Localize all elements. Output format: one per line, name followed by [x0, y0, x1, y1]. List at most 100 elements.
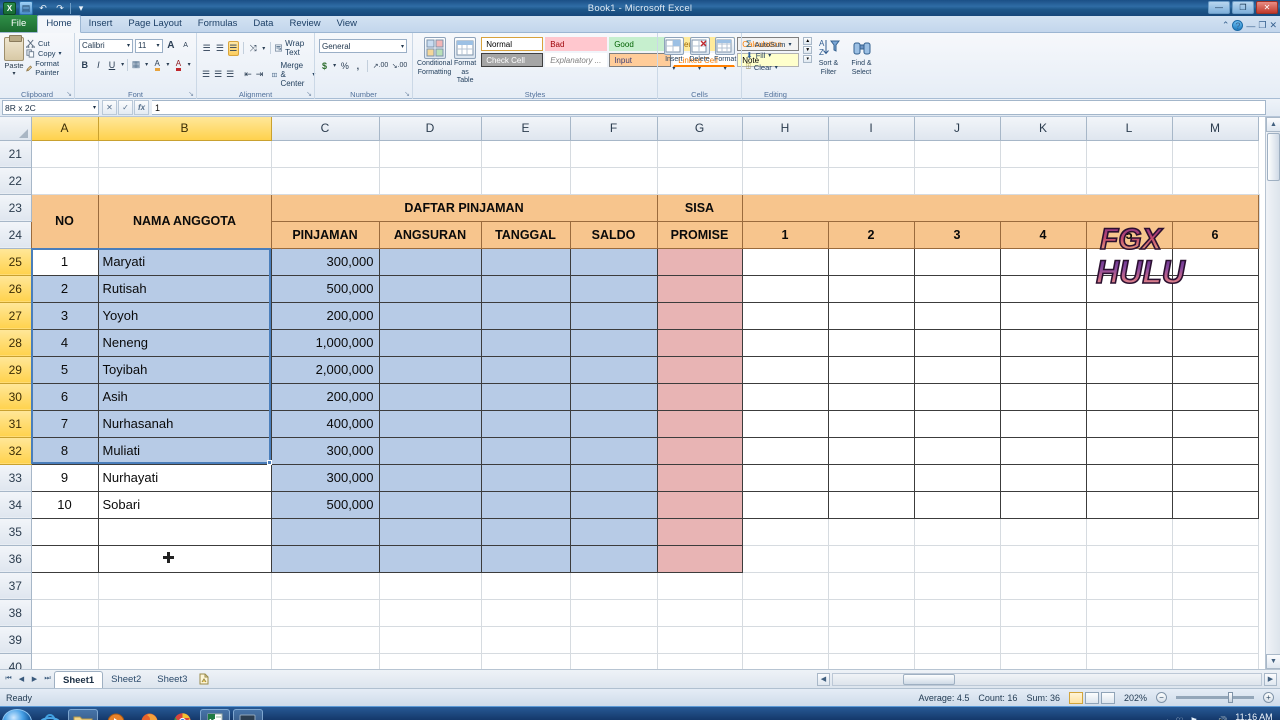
cell-E37[interactable] — [480, 571, 571, 600]
dropbox-icon[interactable]: ♡ — [1176, 716, 1184, 720]
cell-B32[interactable]: Muliati — [97, 436, 272, 465]
cell-N24[interactable] — [1257, 220, 1260, 249]
cell-J33[interactable] — [913, 463, 1001, 492]
cell-H25[interactable] — [741, 247, 829, 276]
row-header-38[interactable]: 38 — [0, 598, 32, 627]
cell-M27[interactable] — [1171, 301, 1259, 330]
formula-bar-buttons[interactable]: ✕ ✓ fx — [99, 100, 152, 115]
minimize-button[interactable]: — — [1208, 1, 1230, 14]
cell-L36[interactable] — [1085, 544, 1173, 573]
cell-B31[interactable]: Nurhasanah — [97, 409, 272, 438]
col-header-M[interactable]: M — [1171, 117, 1259, 141]
shrink-font-button[interactable]: A — [179, 38, 192, 53]
window-controls[interactable]: — ❐ ✕ — [1208, 1, 1278, 14]
cell-F27[interactable] — [569, 301, 658, 330]
cell-G23-sisa[interactable]: SISA — [656, 193, 743, 222]
style-bad[interactable]: Bad — [545, 37, 608, 51]
cell-D31[interactable] — [378, 409, 482, 438]
hscroll-track[interactable] — [832, 672, 1262, 686]
conditional-formatting-button[interactable]: Conditional Formatting — [417, 37, 452, 77]
cell-L37[interactable] — [1085, 571, 1173, 600]
cell-I36[interactable] — [827, 544, 915, 573]
sheet-tab-sheet3[interactable]: Sheet3 — [149, 671, 195, 688]
cell-A34[interactable]: 10 — [30, 490, 99, 519]
cell-K26[interactable] — [999, 274, 1087, 303]
col-header-D[interactable]: D — [378, 117, 482, 141]
cell-D32[interactable] — [378, 436, 482, 465]
cell-K34[interactable] — [999, 490, 1087, 519]
cell-F22[interactable] — [569, 166, 658, 195]
help-icon[interactable]: ? — [1232, 20, 1244, 31]
paste-button[interactable]: Paste ▾ — [4, 35, 24, 77]
copy-dropdown-arrow[interactable]: ▾ — [59, 50, 62, 57]
cell-D37[interactable] — [378, 571, 482, 600]
fill-dropdown-arrow[interactable]: ▾ — [768, 52, 771, 59]
cell-H21[interactable] — [741, 139, 829, 168]
cell-B23-nama-anggota[interactable]: NAMA ANGGOTA — [97, 193, 272, 249]
percent-icon[interactable]: % — [339, 58, 350, 73]
cut-button[interactable]: Cut — [26, 39, 70, 48]
cell-E33[interactable] — [480, 463, 571, 492]
col-header-B[interactable]: B — [97, 117, 272, 141]
orientation-dropdown-arrow[interactable]: ▾ — [261, 41, 267, 56]
cell-D30[interactable] — [378, 382, 482, 411]
doc-close-icon[interactable]: ✕ — [1269, 20, 1277, 31]
currency-dropdown-arrow[interactable]: ▾ — [332, 58, 337, 73]
cell-M31[interactable] — [1171, 409, 1259, 438]
cell-I21[interactable] — [827, 139, 915, 168]
cell-I29[interactable] — [827, 355, 915, 384]
last-sheet-icon[interactable]: ⏭ — [41, 673, 54, 686]
sheet-tab-bar[interactable]: ⏮ ◀ ▶ ⏭ Sheet1 Sheet2 Sheet3 ◀ ▶ — [0, 669, 1280, 688]
sheet-tab-sheet1[interactable]: Sheet1 — [54, 670, 104, 688]
cell-E28[interactable] — [480, 328, 571, 357]
cancel-formula-icon[interactable]: ✕ — [102, 100, 117, 115]
cell-C23-daftar-pinjaman[interactable]: DAFTAR PINJAMAN — [270, 193, 658, 222]
cell-K29[interactable] — [999, 355, 1087, 384]
cell-H30[interactable] — [741, 382, 829, 411]
action-center-icon[interactable]: ⚑ — [1190, 716, 1198, 720]
cell-H37[interactable] — [741, 571, 829, 600]
cell-G34[interactable] — [656, 490, 743, 519]
cell-A38[interactable] — [30, 598, 99, 627]
col-header-F[interactable]: F — [569, 117, 658, 141]
cell-K30[interactable] — [999, 382, 1087, 411]
col-header-J[interactable]: J — [913, 117, 1001, 141]
volume-icon[interactable]: 🔊 — [1217, 716, 1228, 720]
cell-F25[interactable] — [569, 247, 658, 276]
ribbon-right-controls[interactable]: ⌃ ? — ❐ ✕ — [1222, 20, 1277, 31]
cell-K38[interactable] — [999, 598, 1087, 627]
decrease-decimal-icon[interactable]: ↘ .00 — [391, 58, 408, 73]
cell-F34[interactable] — [569, 490, 658, 519]
network-icon[interactable]: ▂ — [1204, 716, 1211, 720]
cell-B27[interactable]: Yoyoh — [97, 301, 272, 330]
cell-C27[interactable]: 200,000 — [270, 301, 380, 330]
cell-J31[interactable] — [913, 409, 1001, 438]
formula-bar[interactable]: 8R x 2C ▾ ✕ ✓ fx 1 — [0, 99, 1280, 117]
media-player-icon[interactable] — [101, 709, 131, 720]
insert-function-icon[interactable]: fx — [134, 100, 149, 115]
cell-J32[interactable] — [913, 436, 1001, 465]
cell-F21[interactable] — [569, 139, 658, 168]
spreadsheet-grid[interactable]: A B C D E F G H I J K L M 21 22 23 NO NA… — [0, 117, 1280, 669]
cell-J25[interactable] — [913, 247, 1001, 276]
tab-file[interactable]: File — [0, 15, 38, 32]
cell-F40[interactable] — [569, 652, 658, 669]
font-color-icon[interactable]: A — [173, 57, 185, 72]
cell-I40[interactable] — [827, 652, 915, 669]
cell-C30[interactable]: 200,000 — [270, 382, 380, 411]
cell-D27[interactable] — [378, 301, 482, 330]
cell-I32[interactable] — [827, 436, 915, 465]
cell-G38[interactable] — [656, 598, 743, 627]
cell-A23-no[interactable]: NO — [30, 193, 99, 249]
style-normal[interactable]: Normal — [481, 37, 544, 51]
insert-cells-button[interactable]: Insert ▾ — [662, 37, 686, 73]
cell-E32[interactable] — [480, 436, 571, 465]
cell-C37[interactable] — [270, 571, 380, 600]
cell-C40[interactable] — [270, 652, 380, 669]
cell-F29[interactable] — [569, 355, 658, 384]
tab-view[interactable]: View — [329, 16, 365, 32]
cell-D34[interactable] — [378, 490, 482, 519]
cell-F38[interactable] — [569, 598, 658, 627]
paste-dropdown-arrow[interactable]: ▾ — [12, 70, 15, 77]
format-painter-button[interactable]: Format Painter — [26, 59, 70, 77]
